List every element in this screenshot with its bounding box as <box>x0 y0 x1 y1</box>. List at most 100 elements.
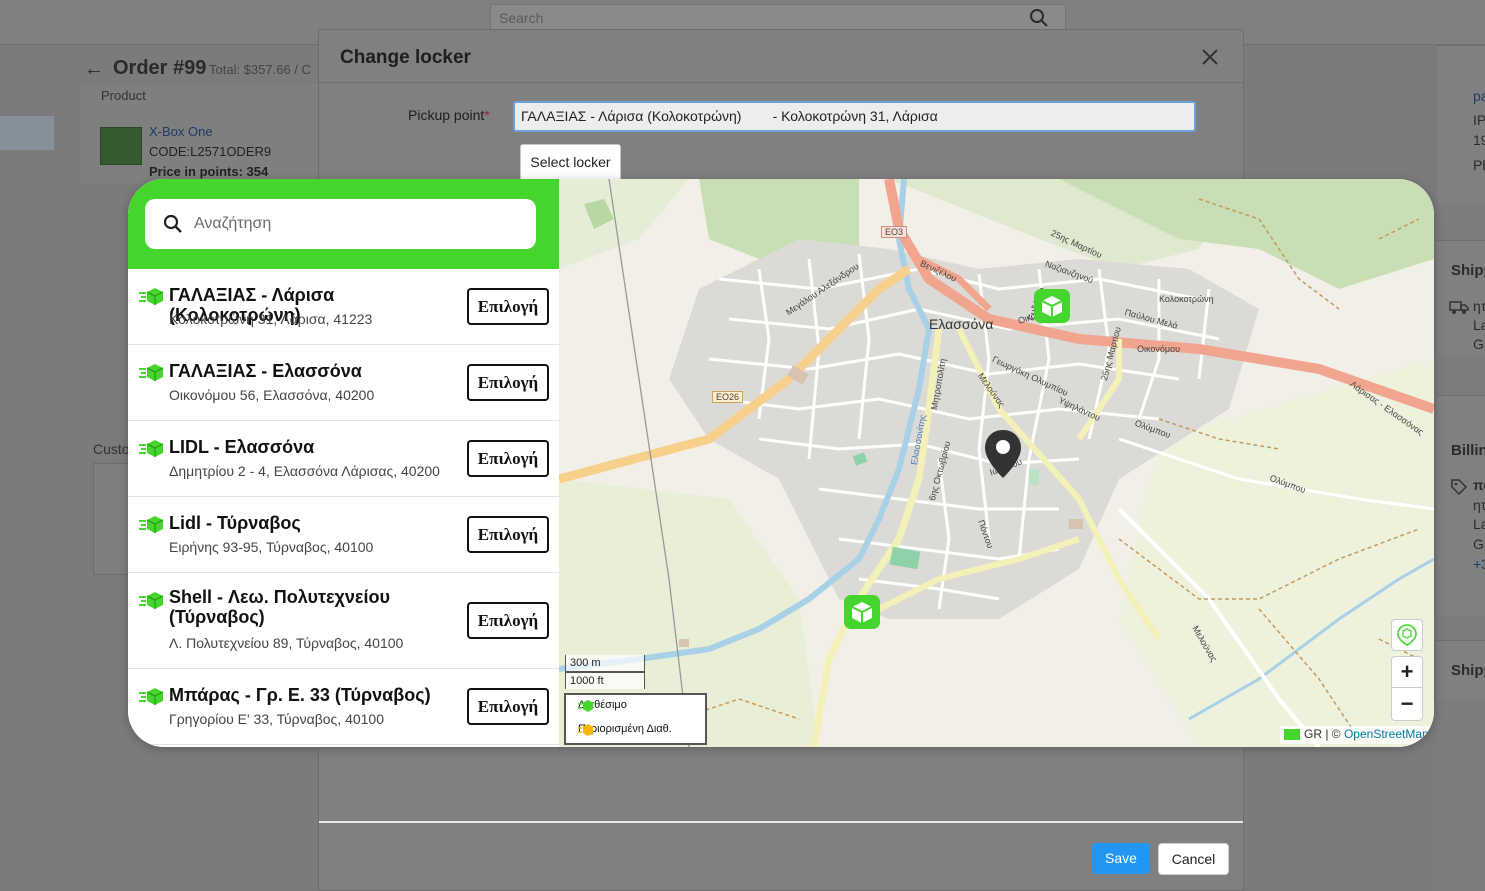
map-legend: Διαθέσιμο Περιορισμένη Διαθ. <box>564 693 707 745</box>
ip-value: 19 <box>1473 132 1485 148</box>
locker-name: LIDL - Ελασσόνα <box>169 437 315 457</box>
product-points: Price in points: 354 <box>149 164 269 179</box>
select-locker-item-button[interactable]: Επιλογή <box>467 288 549 325</box>
locker-search-header: Αναζήτηση <box>128 179 559 269</box>
locker-list: ΓΑΛΑΞΙΑΣ - Λάρισα (Κολοκοτρώνη) Κολοκοτρ… <box>128 269 559 747</box>
locker-address: Λ. Πολυτεχνείου 89, Τύρναβος, 40100 <box>169 635 404 651</box>
close-icon[interactable] <box>1199 46 1221 68</box>
shipping-header: Shipp <box>1451 262 1485 279</box>
locker-address: Γρηγορίου Ε' 33, Τύρναβος, 40100 <box>169 711 384 727</box>
available-locker-icon <box>578 700 593 712</box>
locker-marker-icon[interactable] <box>1032 287 1072 327</box>
boxnow-logo-icon <box>1284 729 1300 741</box>
billing-header: Billin <box>1451 442 1485 459</box>
locker-widget: Αναζήτηση ΓΑΛΑΞΙΑΣ - Λάρισα (Κολοκοτρώνη… <box>128 179 1434 747</box>
limited-locker-icon <box>578 724 593 736</box>
ip-label: IP <box>1473 112 1485 128</box>
locker-address: Ειρήνης 93-95, Τύρναβος, 40100 <box>169 539 374 555</box>
list-item[interactable]: Lidl - Τύρναβος Ειρήνης 93-95, Τύρναβος,… <box>128 497 559 573</box>
footer-divider <box>319 821 1243 823</box>
locker-address: Κολοκοτρώνη 31, Λάρισα, 41223 <box>169 311 373 327</box>
locker-map[interactable]: ΕΟ3 ΕΟ26 Μεγάλου Αλεξάνδρου Οικονόμου Οι… <box>559 179 1434 747</box>
list-item[interactable]: Μπάρας - Γρ. Ε. 33 (Τύρναβος) Γρηγορίου … <box>128 669 559 745</box>
phone-label: Ph <box>1473 157 1485 173</box>
modal-header: Change locker <box>319 30 1243 83</box>
road-shield-eo26: ΕΟ26 <box>712 391 744 403</box>
shipping-line-3: Gr <box>1473 336 1485 352</box>
road-shield-eo3: ΕΟ3 <box>881 226 908 238</box>
locker-list-panel: Αναζήτηση ΓΑΛΑΞΙΑΣ - Λάρισα (Κολοκοτρώνη… <box>128 179 559 747</box>
locker-address: Οικονόμου 56, Ελασσόνα, 40200 <box>169 387 375 403</box>
locate-lockers-button[interactable] <box>1391 619 1423 651</box>
product-thumbnail <box>100 127 142 165</box>
order-total: Total: $357.66 / C <box>209 62 311 77</box>
select-locker-item-button[interactable]: Επιλογή <box>467 364 549 401</box>
map-scale: 300 m 1000 ft <box>565 655 645 689</box>
product-code: CODE:L2571ODER9 <box>149 144 272 159</box>
pickup-point-input[interactable]: ΓΑΛΑΞΙΑΣ - Λάρισα (Κολοκοτρώνη) - Κολοκο… <box>513 101 1196 132</box>
select-locker-item-button[interactable]: Επιλογή <box>467 516 549 553</box>
tag-icon <box>1451 479 1468 496</box>
locker-search-input[interactable]: Αναζήτηση <box>145 199 536 249</box>
locker-box-icon <box>139 688 164 705</box>
locker-name: Lidl - Τύρναβος <box>169 513 301 533</box>
global-search-input[interactable]: Search <box>490 4 1066 30</box>
location-pin-icon <box>985 430 1021 478</box>
shipping-line-2: La <box>1473 317 1485 333</box>
list-item[interactable]: ΓΑΛΑΞΙΑΣ - Λάρισα (Κολοκοτρώνη) Κολοκοτρ… <box>128 269 559 345</box>
select-locker-button[interactable]: Select locker <box>520 144 621 181</box>
shipping2-header: Shipp <box>1451 662 1485 679</box>
list-item[interactable]: LIDL - Ελασσόνα Δημητρίου 2 - 4, Ελασσόν… <box>128 421 559 497</box>
pickup-label-text: Pickup point <box>408 107 485 123</box>
legend-limited: Περιορισμένη Διαθ. <box>578 723 672 736</box>
locker-name: Μπάρας - Γρ. Ε. 33 (Τύρναβος) <box>169 685 431 705</box>
back-arrow-icon[interactable]: ← <box>84 58 104 81</box>
map-attribution: GR | © OpenStreetMap <box>1280 726 1434 744</box>
scale-metric: 300 m <box>565 655 645 672</box>
locker-box-icon <box>139 592 164 609</box>
product-header: Product <box>101 88 146 103</box>
road-label-nazianzinou: Κολοκοτρώνη <box>1159 294 1214 304</box>
list-item[interactable]: Shell - Λεω. Πολυτεχνείου (Τύρναβος) Λ. … <box>128 573 559 669</box>
locker-address: Δημητρίου 2 - 4, Ελασσόνα Λάρισας, 40200 <box>169 463 440 479</box>
locker-name: ΓΑΛΑΞΙΑΣ - Ελασσόνα <box>169 361 362 381</box>
search-icon <box>163 214 182 233</box>
locker-search-placeholder: Αναζήτηση <box>194 215 272 232</box>
list-item[interactable]: ΓΑΛΑΞΙΑΣ - Ελασσόνα Οικονόμου 56, Ελασσό… <box>128 345 559 421</box>
billing-line-2: La <box>1473 516 1485 532</box>
billing-phone-link[interactable]: +3 <box>1473 556 1485 572</box>
locker-name: Shell - Λεω. Πολυτεχνείου (Τύρναβος) <box>169 587 390 627</box>
billing-line-3: Gr <box>1473 536 1485 552</box>
cancel-button[interactable]: Cancel <box>1158 843 1229 875</box>
search-icon[interactable] <box>1029 8 1049 28</box>
select-locker-item-button[interactable]: Επιλογή <box>467 440 549 477</box>
zoom-in-button[interactable]: + <box>1392 657 1422 688</box>
scale-imperial: 1000 ft <box>565 672 645 689</box>
locker-box-icon <box>139 440 164 457</box>
customer-header: Custo <box>93 441 130 457</box>
select-locker-item-button[interactable]: Επιλογή <box>467 602 549 639</box>
zoom-control: + − <box>1391 656 1423 721</box>
product-name-link[interactable]: X-Box One <box>149 124 213 139</box>
search-placeholder: Search <box>499 10 544 26</box>
shipping-line-1: ητ <box>1473 298 1485 314</box>
pickup-point-label: Pickup point* <box>408 107 490 123</box>
select-locker-item-button[interactable]: Επιλογή <box>467 688 549 725</box>
right-link[interactable]: pa <box>1473 88 1485 104</box>
locker-box-icon <box>139 516 164 533</box>
locker-marker-icon[interactable] <box>842 593 882 633</box>
locker-box-icon <box>139 364 164 381</box>
truck-icon <box>1449 301 1469 314</box>
osm-link[interactable]: OpenStreetMap <box>1344 727 1429 741</box>
order-title: Order #99 <box>113 57 207 79</box>
required-mark: * <box>484 107 490 123</box>
city-label: Ελασσόνα <box>929 316 994 332</box>
billing-line-0: πα <box>1473 477 1485 493</box>
zoom-out-button[interactable]: − <box>1392 689 1422 720</box>
sidebar-selected-item[interactable] <box>0 116 54 150</box>
attribution-prefix: GR | © <box>1304 727 1344 741</box>
legend-available: Διαθέσιμο <box>578 699 627 712</box>
save-button[interactable]: Save <box>1092 843 1150 874</box>
locker-box-icon <box>139 288 164 305</box>
billing-line-1: ητ <box>1473 497 1485 513</box>
